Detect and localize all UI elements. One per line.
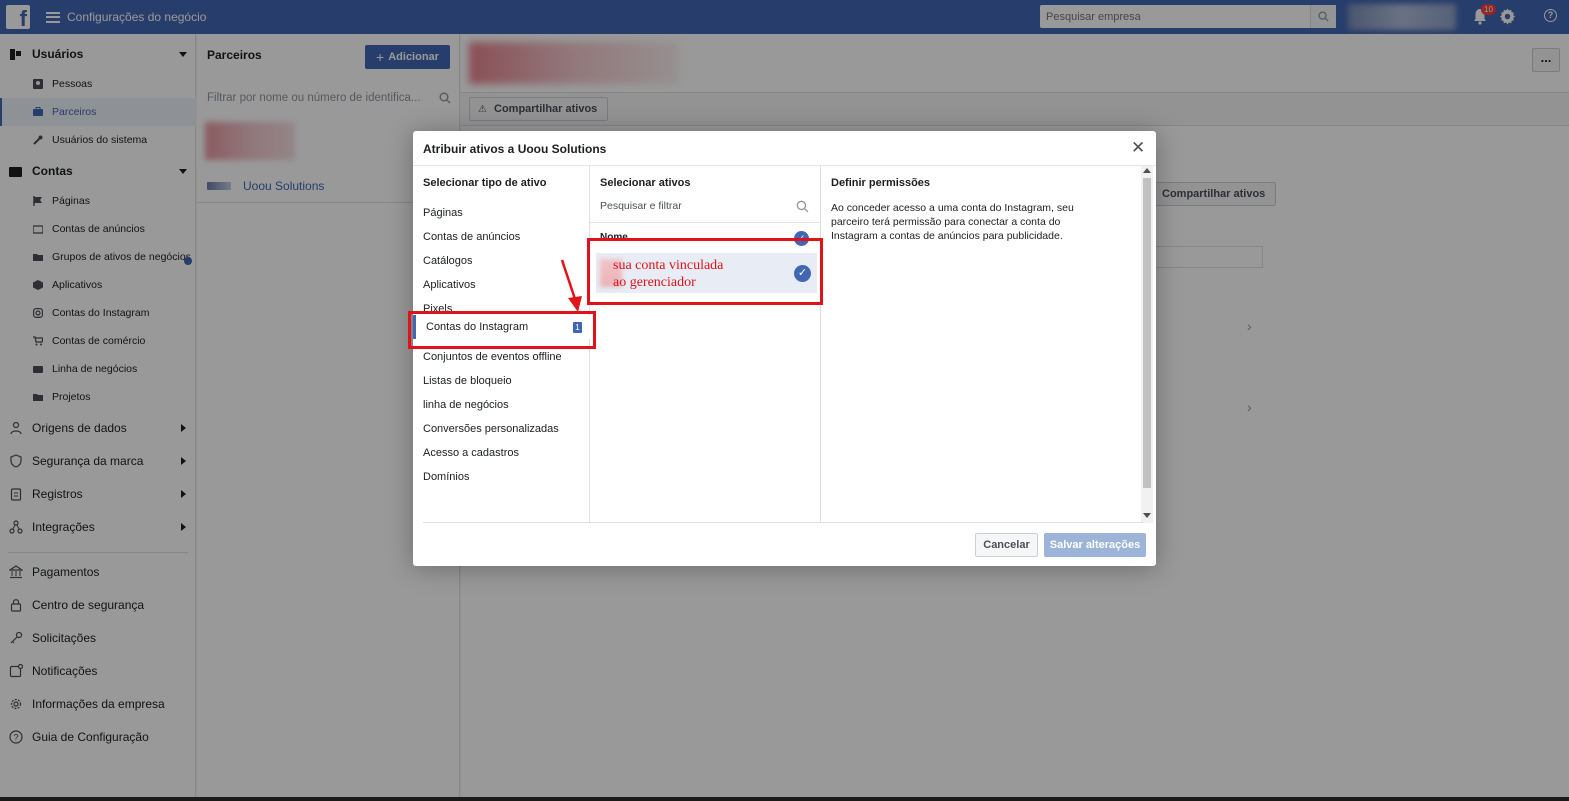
asset-type-item[interactable]: Catálogos (423, 255, 473, 267)
annotation-line: sua conta vinculada (613, 258, 724, 273)
asset-type-item[interactable]: Acesso a cadastros (423, 447, 519, 459)
scroll-down-icon[interactable] (1143, 513, 1151, 518)
cancel-button[interactable]: Cancelar (975, 533, 1038, 557)
annotation-arrow-icon (560, 259, 582, 312)
asset-type-item[interactable]: Conversões personalizadas (423, 423, 559, 435)
asset-select-column: Selecionar ativos Pesquisar e filtrar No… (590, 166, 821, 523)
asset-type-item[interactable]: linha de negócios (423, 399, 509, 411)
annotation-text: sua conta vinculada ao gerenciador (613, 257, 723, 291)
bottom-strip (0, 797, 1569, 801)
dialog-scrollbar[interactable] (1141, 166, 1153, 523)
dialog-footer-divider (423, 522, 1143, 523)
asset-type-item[interactable]: Aplicativos (423, 279, 476, 291)
dialog-header: Atribuir ativos a Uoou Solutions ✕ (413, 131, 1156, 166)
asset-search-input[interactable]: Pesquisar e filtrar (600, 200, 682, 212)
annotation-line: ao gerenciador (613, 275, 696, 290)
search-icon (796, 200, 809, 213)
scroll-thumb[interactable] (1143, 178, 1151, 488)
permissions-column: Definir permissões Ao conceder acesso a … (821, 166, 1141, 523)
scroll-up-icon[interactable] (1143, 168, 1151, 173)
asset-type-item[interactable]: Páginas (423, 207, 463, 219)
save-changes-button[interactable]: Salvar alterações (1044, 533, 1146, 557)
dialog-title: Atribuir ativos a Uoou Solutions (423, 142, 607, 156)
permissions-title: Definir permissões (831, 177, 931, 189)
asset-type-item[interactable]: Listas de bloqueio (423, 375, 512, 387)
close-icon[interactable]: ✕ (1131, 139, 1145, 156)
asset-type-title: Selecionar tipo de ativo (423, 177, 547, 189)
asset-divider (590, 222, 821, 223)
asset-type-item[interactable]: Contas de anúncios (423, 231, 520, 243)
asset-type-item[interactable]: Domínios (423, 471, 469, 483)
asset-select-title: Selecionar ativos (600, 177, 691, 189)
annotation-highlight-type (408, 311, 596, 349)
asset-type-item[interactable]: Conjuntos de eventos offline (423, 351, 562, 363)
permissions-description: Ao conceder acesso a uma conta do Instag… (831, 202, 1074, 242)
